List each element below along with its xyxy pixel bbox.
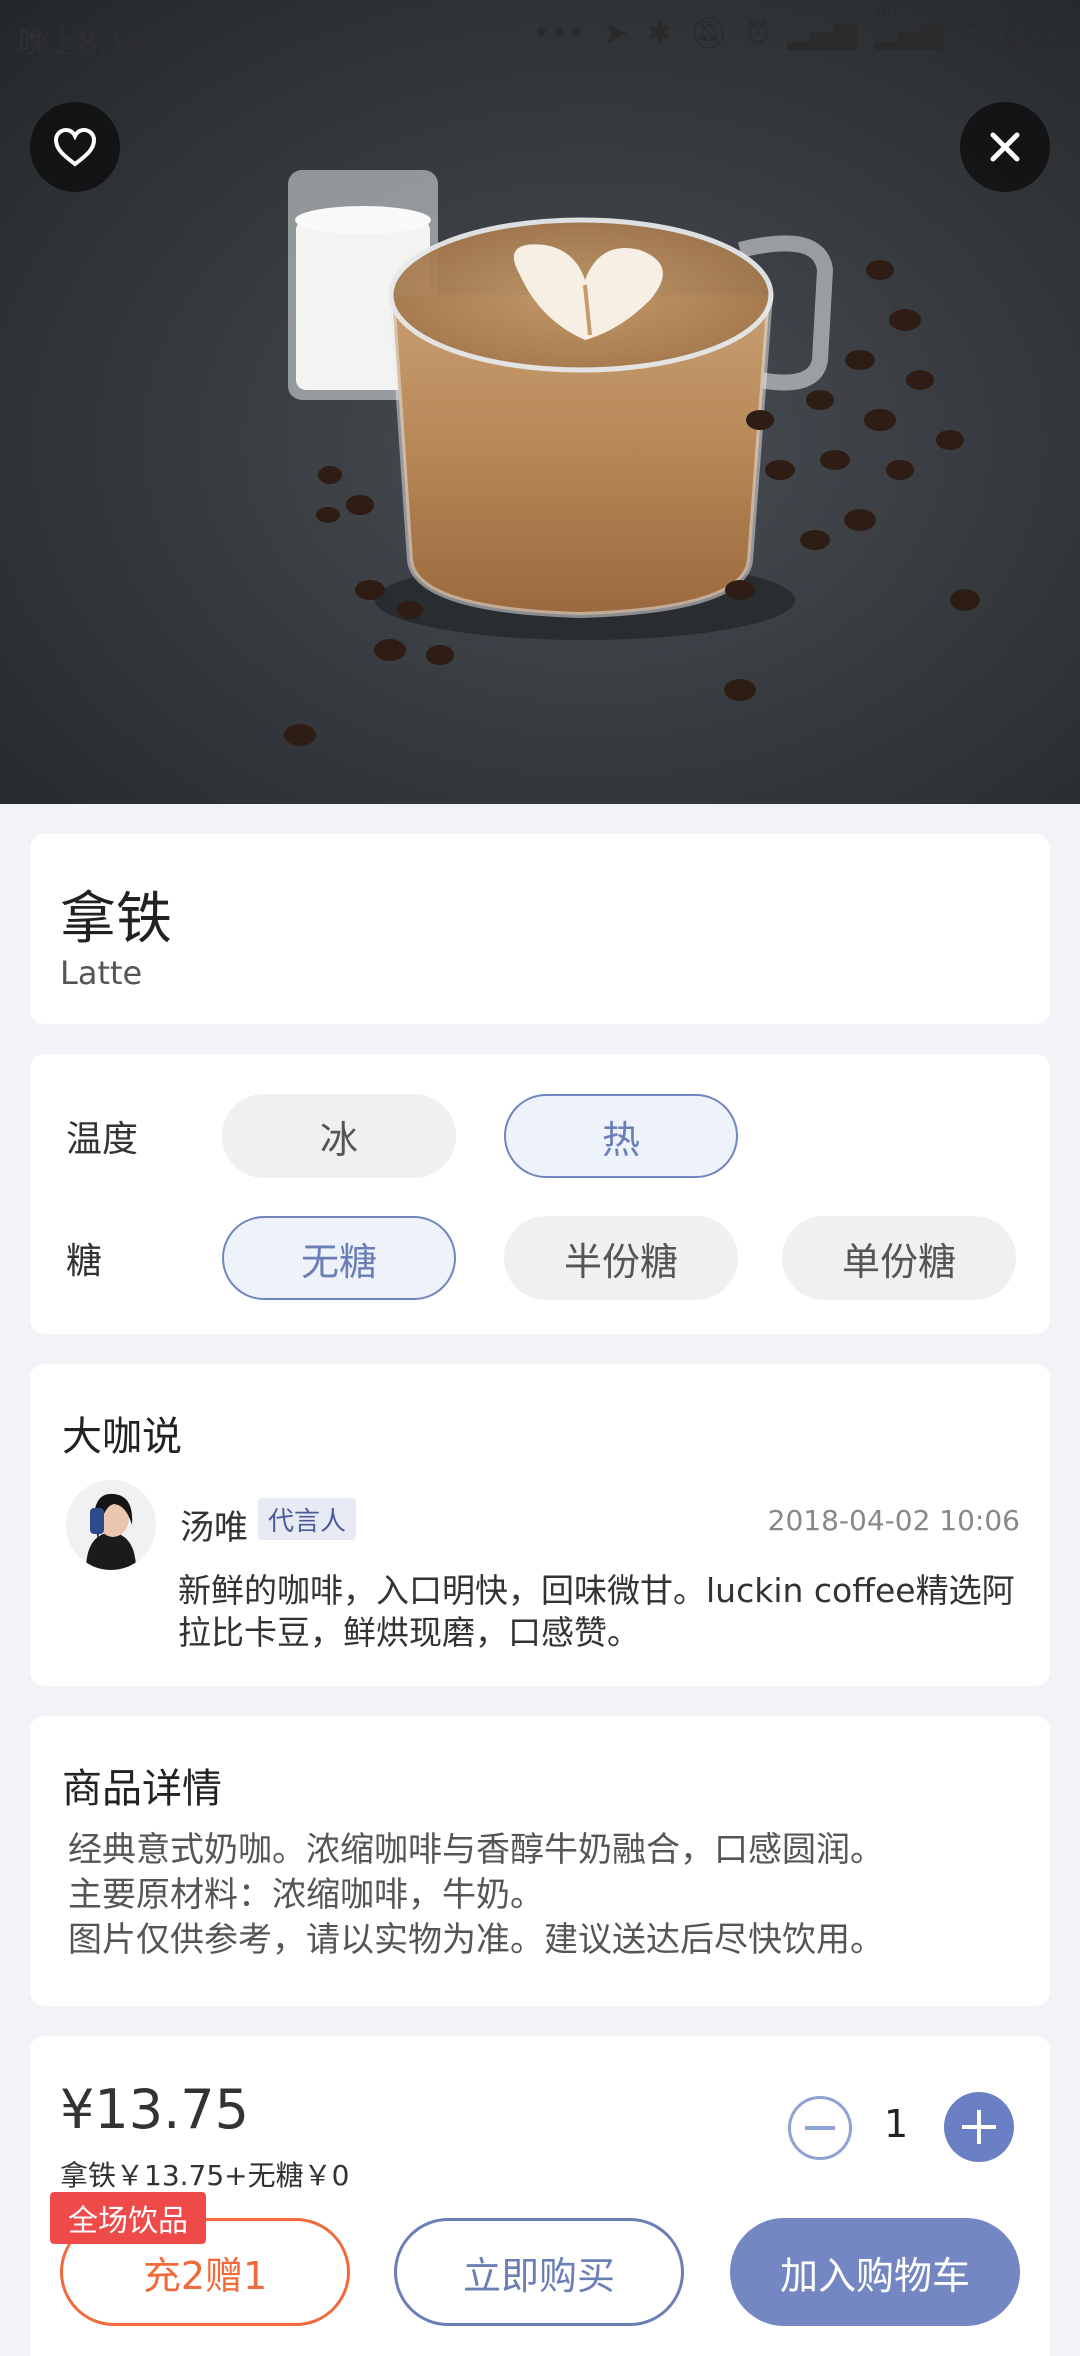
decrease-quantity-button[interactable] [788,2096,852,2160]
price: ¥13.75 [60,2078,249,2141]
spokesperson-badge: 代言人 [258,1498,357,1540]
close-button[interactable] [960,102,1050,192]
details-title: 商品详情 [62,1766,222,1812]
status-bar: 晚上8:14 ••• ➤ ✱ 🔕︎ ⏰︎ ▂▄▆ ▂▄▆ HD ◠ 54 [0,0,1080,70]
product-hero-image: 晚上8:14 ••• ➤ ✱ 🔕︎ ⏰︎ ▂▄▆ ▂▄▆ HD ◠ 54 [0,0,1080,804]
heart-icon [53,127,97,167]
talk-title: 大咖说 [62,1414,182,1460]
temperature-label: 温度 [66,1119,139,1160]
hd-signal-icon: ▂▄▆ HD [874,4,944,51]
talk-date: 2018-04-02 10:06 [767,1504,1020,1537]
hd-label: HD [876,4,898,20]
more-icon: ••• [532,16,586,51]
wifi-icon: ◠ [961,16,988,51]
avatar-image [66,1480,156,1570]
expert-talk-card: 大咖说 汤唯 代言人 2018-04-02 10:06 新鲜的咖啡，入口明快，回… [30,1364,1050,1686]
plus-icon [962,2110,996,2144]
author-name: 汤唯 [180,1508,248,1548]
purchase-panel: ¥13.75 拿铁￥13.75+无糖￥0 1 充2赠1 全场饮品 立即购买 加入… [30,2036,1050,2356]
status-time: 晚上8:14 [18,26,146,61]
battery-indicator: 54 [1006,20,1062,47]
promo-badge: 全场饮品 [50,2192,206,2244]
details-line: 主要原材料：浓缩咖啡，牛奶。 [68,1875,544,1915]
alarm-icon: ⏰︎ [745,16,770,51]
location-icon: ➤ [603,16,629,51]
bluetooth-icon: ✱ [646,16,672,51]
close-icon [990,132,1020,162]
product-name-english: Latte [60,954,143,992]
talk-quote: 新鲜的咖啡，入口明快，回味微甘。luckin coffee精选阿拉比卡豆，鲜烘现… [178,1571,1015,1652]
sugar-option-full[interactable]: 单份糖 [782,1216,1016,1300]
add-to-cart-button[interactable]: 加入购物车 [730,2218,1020,2326]
minus-icon [805,2126,835,2130]
quantity-value: 1 [884,2102,909,2146]
temperature-option-hot[interactable]: 热 [504,1094,738,1178]
buy-now-button[interactable]: 立即购买 [394,2218,684,2326]
mute-icon: 🔕︎ [689,16,728,51]
product-title-card: 拿铁 Latte [30,834,1050,1024]
price-breakdown: 拿铁￥13.75+无糖￥0 [60,2159,350,2192]
product-details-card: 商品详情 经典意式奶咖。浓缩咖啡与香醇牛奶融合，口感圆润。 主要原材料：浓缩咖啡… [30,1716,1050,2006]
increase-quantity-button[interactable] [944,2092,1014,2162]
temperature-option-ice[interactable]: 冰 [222,1094,456,1178]
product-name: 拿铁 [60,887,172,952]
details-text: 经典意式奶咖。浓缩咖啡与香醇牛奶融合，口感圆润。 主要原材料：浓缩咖啡，牛奶。 … [68,1828,1028,1963]
details-line: 图片仅供参考，请以实物为准。建议送达后尽快饮用。 [68,1920,884,1960]
options-card: 温度 冰 热 糖 无糖 半份糖 单份糖 [30,1054,1050,1334]
favorite-button[interactable] [30,102,120,192]
sugar-option-half[interactable]: 半份糖 [504,1216,738,1300]
sugar-label: 糖 [66,1241,103,1282]
signal-icon: ▂▄▆ [787,16,857,51]
sugar-option-none[interactable]: 无糖 [222,1216,456,1300]
latte-photo [284,170,980,746]
avatar [66,1480,156,1570]
details-line: 经典意式奶咖。浓缩咖啡与香醇牛奶融合，口感圆润。 [68,1830,884,1870]
